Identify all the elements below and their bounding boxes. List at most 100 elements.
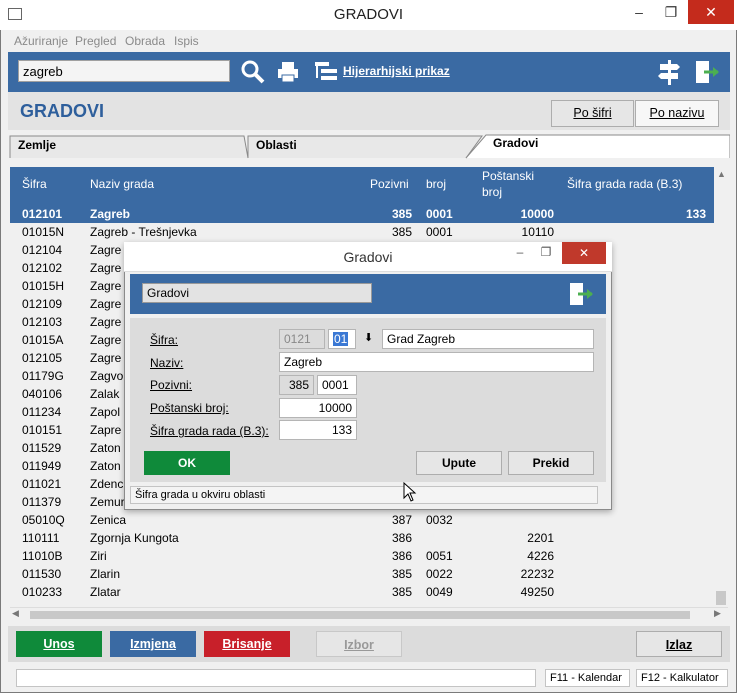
cell-naziv: Zagvo [90, 369, 124, 383]
cell-broj: 0032 [426, 513, 453, 527]
cell-postanski: 10110 [521, 225, 554, 239]
status-message [16, 669, 536, 687]
cell-naziv: Zaton [90, 441, 121, 455]
izmjena-button[interactable]: Izmjena [110, 631, 196, 657]
column-header-naziv[interactable]: Naziv grada [90, 177, 154, 191]
brisanje-button[interactable]: Brisanje [204, 631, 290, 657]
cell-pozivni: 385 [391, 567, 412, 581]
maximize-icon[interactable]: ❐ [656, 0, 686, 24]
cell-naziv: Zagre [90, 261, 122, 275]
sort-by-name-button[interactable]: Po nazivu [635, 100, 719, 127]
naziv-field[interactable]: Zagreb [279, 352, 594, 372]
postanski-field[interactable]: 10000 [279, 398, 357, 418]
cell-sifra: 012104 [22, 243, 63, 257]
cell-pozivni: 385 [391, 585, 412, 599]
status-f11[interactable]: F11 - Kalendar [545, 669, 630, 687]
column-header-broj[interactable]: broj [426, 177, 446, 191]
column-header-sifra[interactable]: Šifra [22, 177, 47, 191]
close-icon[interactable]: ✕ [688, 0, 734, 24]
sifra-rada-field[interactable]: 133 [279, 420, 357, 440]
vertical-scrollbar[interactable]: ▲ [714, 167, 728, 607]
cell-broj: 0001 [426, 207, 453, 221]
cell-sifra: 01015N [22, 225, 65, 239]
table-row[interactable]: 01015N Zagreb - Trešnjevka 385 0001 10110 [10, 223, 714, 241]
label-postanski: Poštanski broj: [150, 401, 229, 415]
signpost-icon[interactable] [657, 58, 681, 86]
cell-naziv: Zenica [90, 513, 127, 527]
cell-pozivni: 386 [391, 531, 412, 545]
izbor-button[interactable]: Izbor [316, 631, 402, 657]
menu-item-ispis[interactable]: Ispis [174, 34, 199, 48]
tab-zemlje[interactable]: Zemlje [12, 135, 62, 157]
table-row[interactable]: 05010Q Zenica 387 0032 [10, 511, 714, 529]
sifra-field[interactable]: 01 [328, 329, 356, 349]
print-icon[interactable] [276, 60, 300, 84]
oblast-field[interactable]: Grad Zagreb [382, 329, 594, 349]
upute-button[interactable]: Upute [416, 451, 502, 475]
sort-by-code-button[interactable]: Po šifri [551, 100, 634, 127]
exit-icon[interactable] [694, 59, 720, 85]
cell-naziv: Zalak [90, 387, 120, 401]
cell-naziv: Zlatar [90, 585, 121, 599]
minimize-icon[interactable]: – [624, 0, 654, 24]
sifra-field-value: 01 [333, 332, 349, 346]
cell-naziv: Zapol [90, 405, 121, 419]
cell-sifra: 010151 [22, 423, 63, 437]
cell-naziv: Ziri [90, 549, 107, 563]
cell-naziv: Zgornja Kungota [90, 531, 179, 545]
hierarchy-view-button[interactable]: Hijerarhijski prikaz [343, 64, 450, 78]
prekid-button[interactable]: Prekid [508, 451, 594, 475]
cell-broj: 0051 [426, 549, 453, 563]
pozivni-field: 385 [279, 375, 314, 395]
search-input[interactable]: zagreb [18, 60, 230, 82]
cell-sifra: 012102 [22, 261, 63, 275]
table-row[interactable]: 11010B Ziri 386 0051 4226 [10, 547, 714, 565]
cell-naziv: Zaton [90, 459, 121, 473]
cell-postanski: 10000 [520, 207, 554, 221]
cell-postanski: 4226 [527, 549, 554, 563]
izlaz-button[interactable]: Izlaz [636, 631, 722, 657]
cell-naziv: Zagreb [90, 207, 131, 221]
label-pozivni: Pozivni: [150, 378, 193, 392]
column-header-postanski[interactable]: Poštanski broj [482, 168, 546, 200]
menu-item-obrada[interactable]: Obrada [125, 34, 165, 48]
cell-pozivni: 385 [391, 207, 412, 221]
tab-oblasti[interactable]: Oblasti [250, 135, 303, 157]
pozivni-broj-field[interactable]: 0001 [317, 375, 357, 395]
table-row[interactable]: 012101 Zagreb 385 0001 10000 133 [10, 205, 714, 223]
cell-sifra: 01015H [22, 279, 65, 293]
cell-postanski: 2201 [527, 531, 554, 545]
table-row[interactable]: 010233 Zlatar 385 0049 49250 [10, 583, 714, 601]
lookup-arrow-icon[interactable]: ⬇ [364, 331, 373, 344]
column-header-sifra-rada[interactable]: Šifra grada rada (B.3) [567, 177, 682, 191]
ok-button[interactable]: OK [144, 451, 230, 475]
label-naziv: Naziv: [150, 356, 184, 370]
table-row[interactable]: 110111 Zgornja Kungota 386 2201 [10, 529, 714, 547]
horizontal-scrollbar[interactable]: ◀ ▶ [10, 607, 728, 621]
menu-item-pregled[interactable]: Pregled [75, 34, 116, 48]
label-sifra: Šifra: [150, 333, 179, 347]
unos-button[interactable]: Unos [16, 631, 102, 657]
search-icon[interactable] [240, 59, 266, 85]
cell-sifra: 011529 [22, 441, 62, 455]
status-f12[interactable]: F12 - Kalkulator [636, 669, 728, 687]
cell-sifra: 01179G [22, 369, 64, 383]
cell-sifra: 012109 [22, 297, 63, 311]
dialog-minimize-icon[interactable]: – [510, 245, 530, 259]
dialog-close-icon[interactable]: ✕ [562, 242, 606, 264]
tab-gradovi[interactable]: Gradovi [487, 133, 544, 155]
cell-sifra: 05010Q [22, 513, 65, 527]
tab-strip [9, 134, 730, 159]
cell-sifra: 012103 [22, 315, 63, 329]
cell-sifra: 011379 [22, 495, 62, 509]
table-row[interactable]: 011530 Zlarin 385 0022 22232 [10, 565, 714, 583]
cell-naziv: Zagre [90, 243, 122, 257]
hierarchy-icon[interactable] [314, 60, 338, 84]
dialog-exit-icon[interactable] [568, 281, 594, 307]
cell-postanski: 22232 [520, 567, 554, 581]
menu-item-azuriranje[interactable]: Ažuriranje [14, 34, 68, 48]
dialog-maximize-icon[interactable]: ❐ [536, 245, 556, 259]
dialog-hint: Šifra grada u okviru oblasti [130, 486, 598, 504]
column-header-pozivni[interactable]: Pozivni [370, 177, 409, 191]
cell-sifra: 011021 [22, 477, 62, 491]
